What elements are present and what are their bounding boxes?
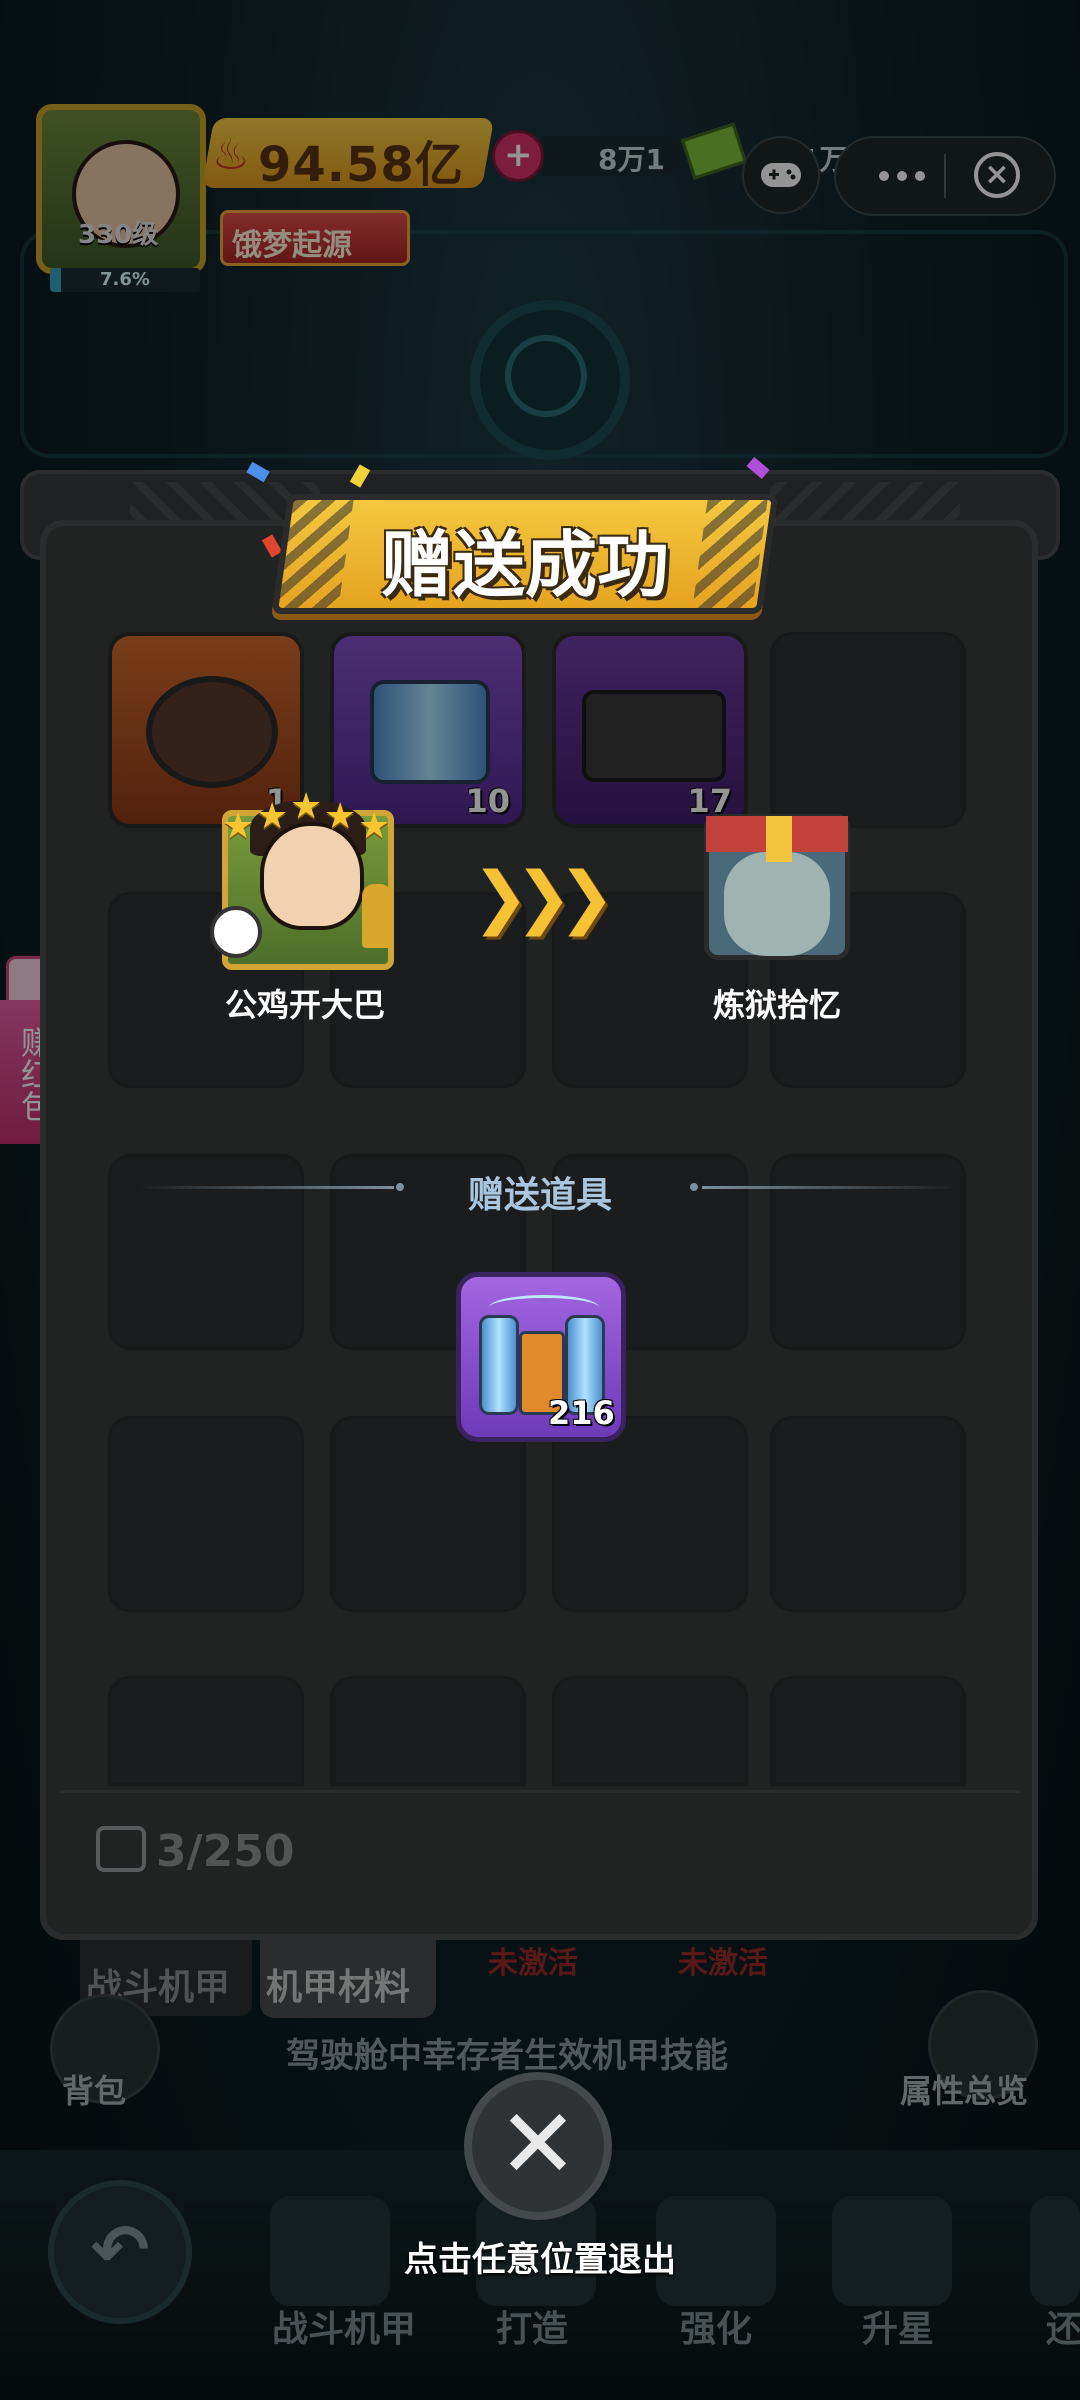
success-title: 赠送成功 [380,523,669,607]
battery-icon [479,1315,519,1415]
section-divider [702,1186,958,1189]
receiver-hat-tag [766,816,792,862]
star-icon: ★ [256,796,289,837]
giver-name: 公鸡开大巴 [224,986,385,1024]
section-divider [138,1186,394,1189]
soccer-ball-icon [210,906,262,958]
section-dot [690,1183,698,1191]
transfer-arrows-icon: ❯❯❯ [472,858,615,937]
receiver-name: 炼狱拾忆 [712,986,841,1024]
gifted-items-title: 赠送道具 [467,1175,612,1216]
lightning-icon [489,1295,599,1320]
receiver-avatar [724,852,830,956]
star-icon: ★ [324,796,357,837]
trophy-icon [362,884,392,948]
gifted-item-count: 216 [548,1394,615,1432]
star-icon: ★ [358,806,391,847]
close-popup-button[interactable]: ✕ [464,2072,612,2220]
exit-hint: 点击任意位置退出 [404,2240,676,2280]
giver-avatar [260,822,364,930]
star-icon: ★ [222,806,255,847]
star-icon: ★ [290,786,323,827]
